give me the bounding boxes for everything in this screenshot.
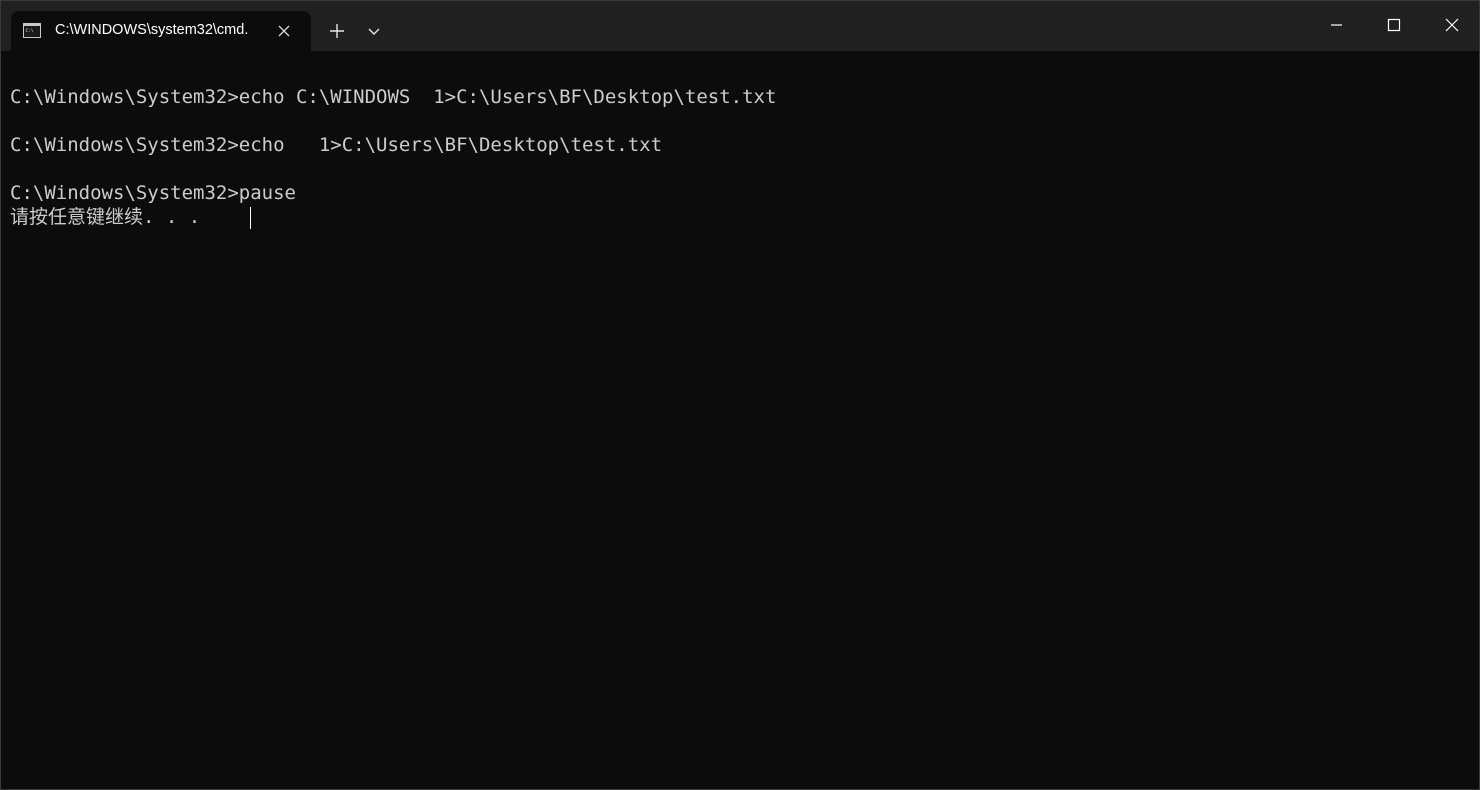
terminal-output[interactable]: C:\Windows\System32>echo C:\WINDOWS 1>C:… <box>1 51 1479 789</box>
terminal-line: 请按任意键继续. . . <box>10 206 201 228</box>
tab-cmd[interactable]: C:\ C:\WINDOWS\system32\cmd. <box>11 11 311 51</box>
maximize-button[interactable] <box>1365 1 1423 49</box>
terminal-icon: C:\ <box>23 23 41 38</box>
terminal-window: C:\ C:\WINDOWS\system32\cmd. C:\Windows\… <box>0 0 1480 790</box>
text-cursor <box>250 207 251 229</box>
tab-title: C:\WINDOWS\system32\cmd. <box>55 22 249 38</box>
maximize-icon <box>1387 18 1401 32</box>
close-icon[interactable] <box>277 24 291 38</box>
window-close-button[interactable] <box>1423 1 1479 49</box>
chevron-down-icon[interactable] <box>359 15 389 45</box>
terminal-line: C:\Windows\System32>pause <box>10 182 296 204</box>
title-bar[interactable]: C:\ C:\WINDOWS\system32\cmd. <box>1 1 1479 51</box>
terminal-line: C:\Windows\System32>echo 1>C:\Users\BF\D… <box>10 134 663 156</box>
svg-text:C:\: C:\ <box>26 28 34 34</box>
minimize-icon <box>1331 24 1342 26</box>
minimize-button[interactable] <box>1307 1 1365 49</box>
terminal-line: C:\Windows\System32>echo C:\WINDOWS 1>C:… <box>10 86 777 108</box>
close-icon <box>1445 18 1459 32</box>
new-tab-button[interactable] <box>323 15 351 45</box>
